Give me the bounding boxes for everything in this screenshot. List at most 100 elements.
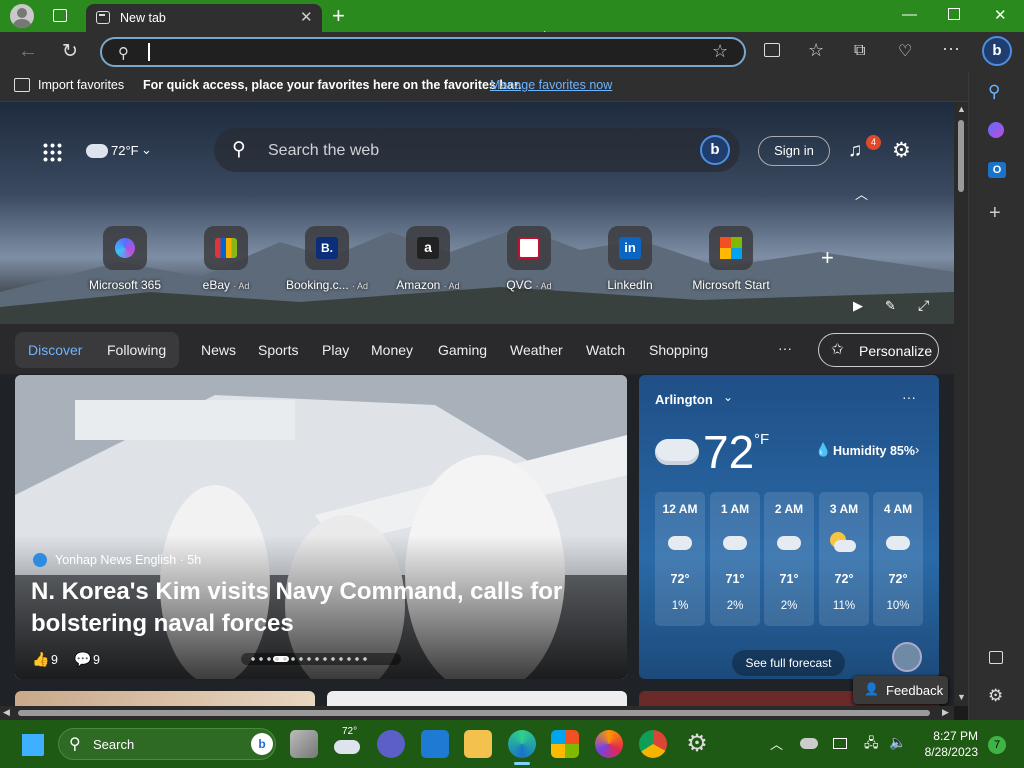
favorites-icon[interactable]: ☆ bbox=[808, 40, 824, 61]
tab-news[interactable]: News bbox=[201, 342, 236, 358]
quick-link-linkedin[interactable]: in bbox=[608, 226, 652, 270]
page-settings-icon[interactable]: ⚙ bbox=[892, 138, 911, 163]
sign-in-button[interactable]: Sign in bbox=[758, 136, 830, 166]
horizontal-scroll-thumb[interactable] bbox=[18, 710, 930, 716]
more-tabs-button[interactable]: ··· bbox=[778, 340, 792, 356]
web-search-box[interactable]: ⚲ Search the web b bbox=[214, 128, 740, 172]
header-weather[interactable]: 72°F bbox=[111, 143, 139, 158]
split-screen-icon[interactable] bbox=[764, 43, 780, 57]
restore-icon[interactable] bbox=[948, 8, 960, 20]
address-input[interactable] bbox=[148, 43, 150, 61]
image-info-icon[interactable]: ✎ bbox=[885, 298, 896, 314]
tab-money[interactable]: Money bbox=[371, 342, 413, 358]
like-icon[interactable]: 👍 bbox=[32, 651, 49, 668]
volume-icon[interactable]: 🔈 bbox=[889, 734, 906, 751]
add-quick-link-icon[interactable]: + bbox=[821, 245, 834, 271]
vertical-scroll-thumb[interactable] bbox=[958, 120, 964, 192]
clock-time[interactable]: 8:27 PM bbox=[926, 729, 978, 743]
clock-date[interactable]: 8/28/2023 bbox=[916, 745, 978, 759]
sidebar-hide-icon[interactable] bbox=[989, 651, 1003, 664]
back-icon[interactable]: ← bbox=[18, 40, 38, 63]
edge-icon[interactable] bbox=[508, 730, 536, 758]
refresh-icon[interactable]: ↻ bbox=[62, 40, 78, 63]
tab-discover[interactable]: Discover bbox=[28, 342, 82, 358]
carousel-dots[interactable] bbox=[241, 653, 401, 665]
network-icon[interactable]: 🖧 bbox=[864, 734, 879, 756]
minimize-icon[interactable]: — bbox=[902, 6, 917, 23]
quick-link-booking[interactable]: B. bbox=[305, 226, 349, 270]
show-hidden-icons[interactable]: ︿ bbox=[770, 734, 783, 753]
news-card[interactable]: Yonhap News English · 5h N. Korea's Kim … bbox=[15, 375, 627, 679]
store-icon[interactable] bbox=[551, 730, 579, 758]
vertical-scrollbar[interactable]: ▲ ▼ bbox=[954, 102, 968, 706]
widgets-icon[interactable]: 72° bbox=[334, 726, 362, 758]
mail-icon[interactable] bbox=[421, 730, 449, 758]
sidebar-add-icon[interactable]: + bbox=[989, 202, 1001, 225]
start-icon[interactable] bbox=[20, 732, 44, 756]
tab-weather[interactable]: Weather bbox=[510, 342, 563, 358]
display-icon[interactable] bbox=[833, 738, 847, 749]
weather-more-icon[interactable]: ··· bbox=[902, 389, 916, 405]
quick-link-ebay[interactable] bbox=[204, 226, 248, 270]
import-favorites-icon[interactable] bbox=[14, 78, 30, 92]
profile-avatar[interactable] bbox=[10, 4, 34, 28]
chrome-icon[interactable] bbox=[639, 730, 667, 758]
tab-actions-icon[interactable] bbox=[53, 9, 67, 22]
quick-link-microsoft-365[interactable] bbox=[103, 226, 147, 270]
quick-link-amazon[interactable]: a bbox=[406, 226, 450, 270]
sidebar-outlook-icon[interactable]: O bbox=[988, 162, 1006, 178]
humidity-chevron-icon[interactable]: › bbox=[915, 442, 919, 457]
see-full-forecast-button[interactable]: See full forecast bbox=[732, 650, 845, 676]
news-card-peek[interactable] bbox=[15, 691, 315, 706]
horizontal-scrollbar[interactable]: ◀ ▶ bbox=[0, 706, 954, 720]
comment-icon[interactable]: 💬 bbox=[74, 651, 91, 668]
tab-shopping[interactable]: Shopping bbox=[649, 342, 708, 358]
apps-launcher-icon[interactable] bbox=[42, 142, 62, 162]
news-headline-line-1[interactable]: N. Korea's Kim visits Navy Command, call… bbox=[31, 578, 562, 606]
quick-link-qvc[interactable] bbox=[507, 226, 551, 270]
expand-icon[interactable]: ⤢ bbox=[918, 297, 929, 314]
collections-icon[interactable]: ⧉ bbox=[854, 42, 865, 60]
task-view-icon[interactable] bbox=[290, 730, 318, 758]
sidebar-search-icon[interactable]: ⚲ bbox=[988, 82, 1000, 102]
tab-following[interactable]: Following bbox=[107, 342, 166, 358]
import-favorites-link[interactable]: Import favorites bbox=[38, 78, 124, 92]
tab-new-tab[interactable]: New tab ✕ bbox=[86, 4, 322, 32]
copilot-icon[interactable]: b bbox=[982, 36, 1012, 66]
quick-link-microsoft-start[interactable] bbox=[709, 226, 753, 270]
location-chevron-icon[interactable]: ⌄ bbox=[723, 390, 733, 404]
tab-gaming[interactable]: Gaming bbox=[438, 342, 487, 358]
tab-sports[interactable]: Sports bbox=[258, 342, 298, 358]
sidebar-settings-icon[interactable]: ⚙ bbox=[988, 686, 1003, 706]
feedback-button[interactable]: 👤 Feedback bbox=[853, 676, 948, 704]
browser-essentials-icon[interactable]: ♡ bbox=[898, 41, 912, 61]
new-tab-icon[interactable]: + bbox=[332, 3, 345, 29]
settings-app-icon[interactable]: ⚙ bbox=[683, 730, 711, 758]
personalize-button[interactable]: ✩ Personalize bbox=[818, 333, 939, 367]
close-window-icon[interactable]: ✕ bbox=[994, 6, 1007, 24]
play-icon[interactable]: ▶ bbox=[853, 298, 863, 314]
tab-play[interactable]: Play bbox=[322, 342, 349, 358]
file-explorer-icon[interactable] bbox=[464, 730, 492, 758]
taskbar-bing-icon[interactable]: b bbox=[251, 733, 273, 755]
firefox-icon[interactable] bbox=[595, 730, 623, 758]
taskbar-search[interactable]: ⚲ Search b bbox=[58, 728, 276, 760]
favorite-star-icon[interactable]: ☆ bbox=[712, 41, 728, 62]
tab-watch[interactable]: Watch bbox=[586, 342, 625, 358]
address-bar[interactable]: ⚲ ☆ bbox=[100, 37, 746, 67]
manage-favorites-link[interactable]: Manage favorites now bbox=[490, 78, 612, 92]
notifications-icon[interactable]: ♫ bbox=[848, 140, 862, 162]
weather-map-icon[interactable] bbox=[892, 642, 922, 672]
news-headline-line-2[interactable]: bolstering naval forces bbox=[31, 610, 294, 638]
weather-chevron-icon[interactable]: ⌄ bbox=[141, 142, 152, 158]
news-card-peek[interactable] bbox=[327, 691, 627, 706]
bing-icon[interactable]: b bbox=[700, 135, 730, 165]
teams-icon[interactable] bbox=[377, 730, 405, 758]
onedrive-icon[interactable] bbox=[800, 738, 818, 749]
close-tab-icon[interactable]: ✕ bbox=[300, 8, 313, 26]
collapse-chevron-icon[interactable]: ︿ bbox=[855, 184, 868, 203]
sidebar-copilot-icon[interactable] bbox=[988, 122, 1004, 138]
notification-count-badge[interactable]: 7 bbox=[988, 736, 1006, 754]
settings-more-icon[interactable]: ··· bbox=[942, 38, 960, 59]
weather-location[interactable]: Arlington bbox=[655, 392, 713, 407]
